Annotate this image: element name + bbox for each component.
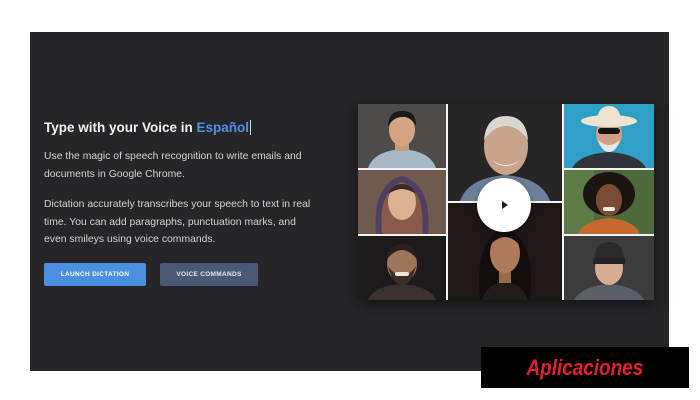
watermark-text: Aplicaciones bbox=[526, 354, 644, 380]
bearded-man-portrait bbox=[358, 236, 446, 300]
hero-details-paragraph: Dictation accurately transcribes your sp… bbox=[44, 199, 311, 245]
hero-title-prefix: Type with your Voice in bbox=[44, 120, 197, 135]
young-man-portrait bbox=[358, 104, 446, 168]
launch-dictation-button[interactable]: LAUNCH DICTATION bbox=[44, 263, 146, 286]
hero-title: Type with your Voice in Español bbox=[44, 120, 252, 135]
video-thumbnail[interactable] bbox=[358, 104, 654, 300]
woman-curly-hair-portrait bbox=[564, 170, 654, 234]
play-icon bbox=[502, 201, 508, 209]
dictation-hero-card: Type with your Voice in Español Use the … bbox=[30, 32, 669, 371]
text-cursor bbox=[250, 120, 252, 135]
man-beanie-portrait bbox=[564, 236, 654, 300]
man-glasses-portrait bbox=[564, 104, 654, 168]
play-button[interactable] bbox=[477, 178, 531, 232]
hero-intro-paragraph: Use the magic of speech recognition to w… bbox=[44, 151, 302, 180]
hero-title-language: Español bbox=[196, 120, 250, 135]
voice-commands-button[interactable]: VOICE COMMANDS bbox=[160, 263, 258, 286]
watermark-banner: Aplicaciones bbox=[481, 347, 689, 388]
woman-headscarf-portrait bbox=[358, 170, 446, 234]
